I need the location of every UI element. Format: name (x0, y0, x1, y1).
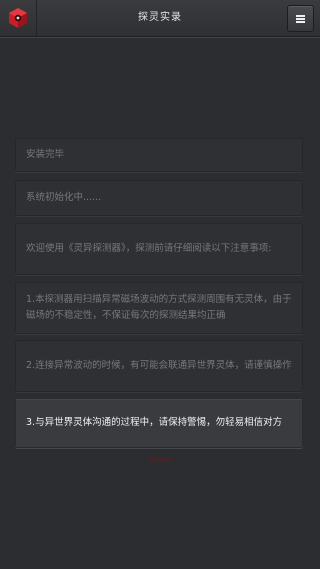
message-item: 欢迎使用《灵异探测器》，探测前请仔细阅读以下注意事项: (15, 223, 303, 275)
message-item: 安装完毕 (15, 138, 303, 172)
message-text: 3.与异世界灵体沟通的过程中，请保持警惕，勿轻易相信对方 (26, 417, 283, 428)
menu-button[interactable] (287, 5, 314, 32)
app-header: 探灵实录 (0, 0, 320, 37)
hamburger-menu-icon (296, 14, 305, 23)
page-title: 探灵实录 (138, 12, 182, 23)
message-text: 1.本探测器用扫描异常磁场波动的方式探测周围有无灵体，由于磁场的不稳定性，不保证… (26, 294, 292, 321)
message-text: 2.连接异常波动的时候，有可能会联通异世界灵体，请谨慎操作 (26, 360, 292, 371)
message-text: 欢迎使用《灵异探测器》，探测前请仔细阅读以下注意事项: (26, 243, 272, 254)
message-text: 安装完毕 (26, 149, 65, 160)
message-text: 系统初始化中...... (26, 192, 102, 203)
loading-indicator (147, 458, 173, 461)
message-item: 系统初始化中...... (15, 180, 303, 216)
message-item-active: 3.与异世界灵体沟通的过程中，请保持警惕，勿轻易相信对方 (15, 398, 303, 448)
message-item: 1.本探测器用扫描异常磁场波动的方式探测周围有无灵体，由于磁场的不稳定性，不保证… (15, 282, 303, 334)
message-item: 2.连接异常波动的时候，有可能会联通异世界灵体，请谨慎操作 (15, 340, 303, 392)
